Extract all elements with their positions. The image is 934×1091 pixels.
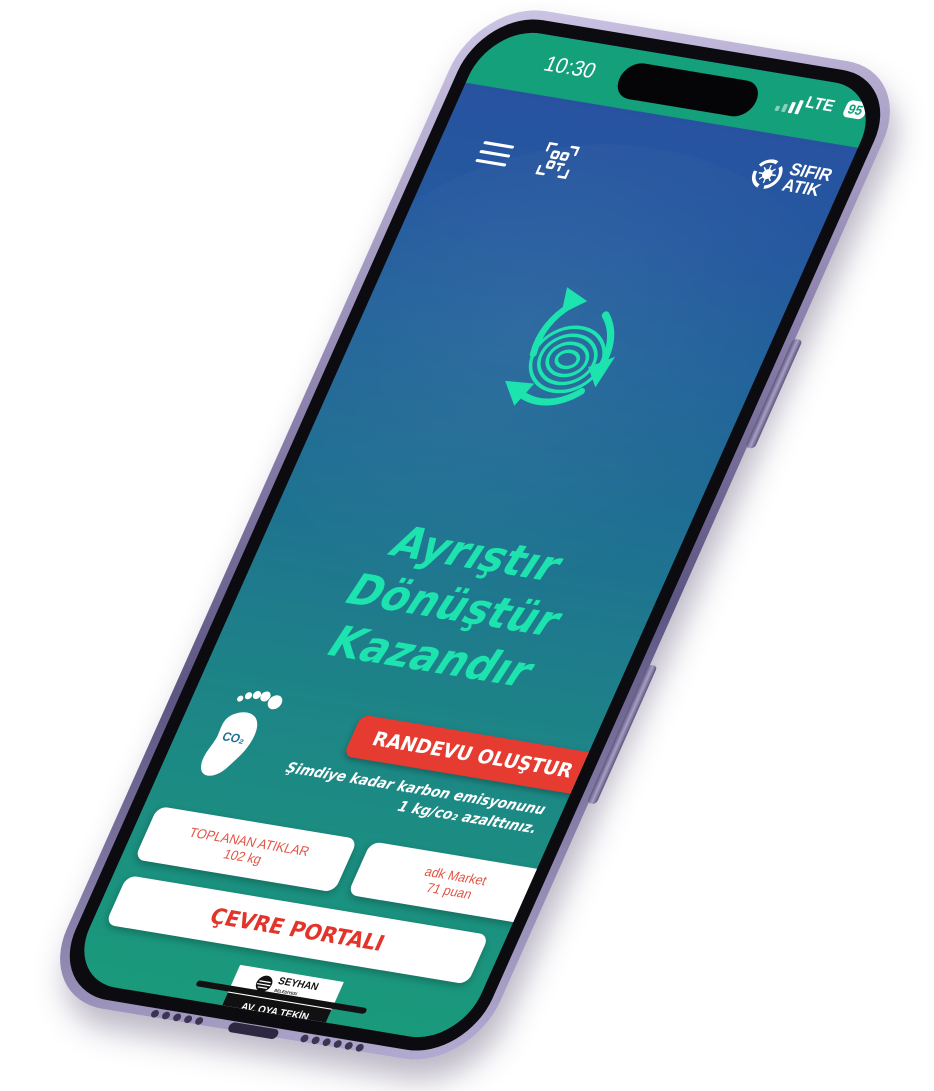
qr-scan-icon[interactable]: [534, 141, 581, 180]
sifir-atik-logo: SIFIR ATIK: [743, 155, 836, 201]
network-label: LTE: [802, 94, 838, 116]
signal-icon: [774, 97, 805, 115]
slogan: Ayrıştır Dönüştür Kazandır: [252, 501, 656, 711]
product-mockup: 10:30 LTE 95 SIFIR ATIK Ayrıştır Dönüştü…: [0, 0, 934, 1091]
phone-device: 10:30 LTE 95 SIFIR ATIK Ayrıştır Dönüştü…: [36, 0, 914, 1070]
logo-line2: ATIK: [779, 175, 824, 201]
hamburger-menu-icon[interactable]: [475, 140, 515, 168]
battery-badge: 95: [841, 99, 870, 120]
dynamic-island: [611, 60, 765, 119]
app-screen: 10:30 LTE 95 SIFIR ATIK Ayrıştır Dönüştü…: [66, 25, 884, 1045]
logo-text: SIFIR ATIK: [779, 160, 835, 201]
recycle-fingerprint-icon: [505, 287, 616, 406]
collected-waste-card[interactable]: TOPLANAN ATIKLAR 102 kg: [134, 805, 358, 893]
status-time: 10:30: [540, 52, 600, 84]
